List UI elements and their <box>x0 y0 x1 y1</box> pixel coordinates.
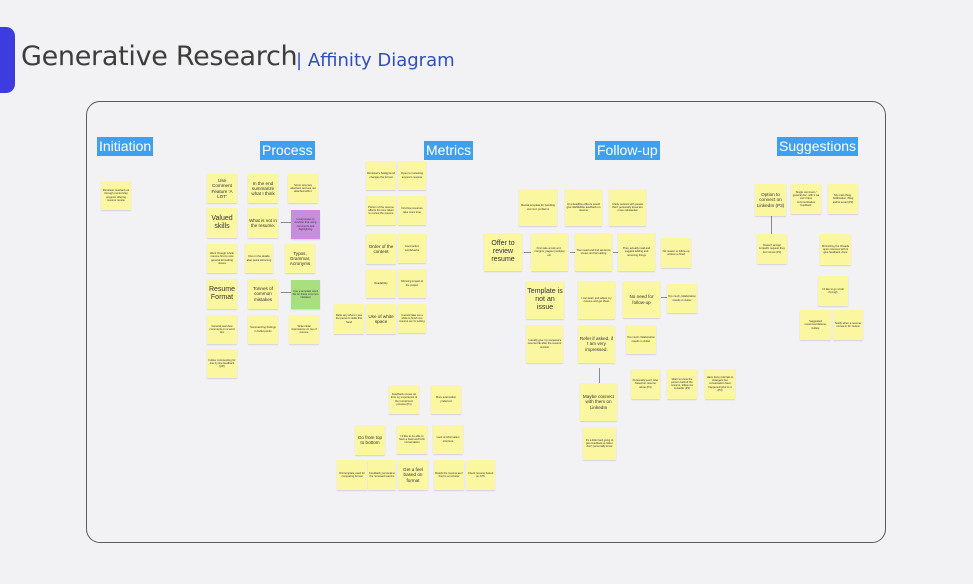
sticky-note: Open to reviewing anyone's resume <box>398 161 426 190</box>
sticky-note: Have done referrals to strangers but con… <box>705 369 735 399</box>
sticky-note: Feedback comes up from my experience of … <box>389 385 419 414</box>
column-header-followup: Follow-up <box>595 141 660 160</box>
sticky-note: Order of the content <box>366 234 396 264</box>
sticky-note: I'd like to go scroll through <box>818 276 848 306</box>
sticky-note: Dive in the details after quick skimming <box>245 244 273 273</box>
sticky-note: Check resume based on ATS <box>466 460 495 490</box>
sticky-note: Offer to review resume <box>484 233 522 271</box>
page-title: Generative Research <box>21 41 298 72</box>
sticky-note: Look at information structure <box>433 425 463 454</box>
sticky-note-purple: Incorporates to function that using comm… <box>291 210 320 239</box>
subtitle-text: Affinity Diagram <box>307 50 455 71</box>
sticky-note: Typos, Grammar, Acronyms <box>285 244 315 273</box>
sticky-note: Readability <box>366 269 396 298</box>
connector <box>524 252 531 253</box>
sticky-note: Then read and find sentence issues and f… <box>575 233 612 271</box>
sticky-note: Write initial impressions on top of resu… <box>289 315 319 344</box>
sticky-note: Want to know the person behind the resum… <box>667 369 697 399</box>
page-subtitle: | Affinity Diagram <box>296 50 455 71</box>
sticky-note-green: Use a template word file for these commo… <box>291 280 320 309</box>
column-header-initiation: Initiation <box>97 137 154 156</box>
sticky-note: Follow commenting for line by line feedb… <box>207 349 237 378</box>
sticky-note: Minimizing the threads open resumes with… <box>820 234 851 265</box>
sticky-note: Mental template for handling common prob… <box>519 189 557 226</box>
sticky-note: Personally won't refer based on resume a… <box>631 369 660 399</box>
column-header-process: Process <box>260 141 315 160</box>
sticky-note: It would take me a while to finish one r… <box>398 304 426 333</box>
sticky-note: Template is not an issue <box>526 281 564 319</box>
sticky-note: More automation preferred <box>431 385 461 414</box>
sticky-note: General overview comments on a word doc <box>207 315 237 344</box>
column-header-metrics: Metrics <box>424 141 474 160</box>
sticky-note: Get a feel based on format <box>398 460 428 490</box>
sticky-note: I can learn and adjust my resume and get… <box>578 281 615 319</box>
sticky-note: Notify when a resume comes in for review <box>833 310 863 340</box>
sticky-note: First take a look at it - margins, pages… <box>531 233 568 271</box>
sticky-note: Old template used for comparing format <box>337 460 367 490</box>
sticky-note: First few resumes take more time <box>398 196 426 225</box>
sticky-note: I usually give my reviewee's resume file… <box>526 325 563 363</box>
sticky-note: Go from top to bottom <box>355 425 385 455</box>
sticky-note: Reviewer reached out through mentorship … <box>101 181 131 210</box>
sticky-note: Too much collaboration results in clutte… <box>626 325 656 354</box>
sticky-note: Reviewer's background changes the format <box>366 161 396 190</box>
sticky-note: No need for follow-up <box>623 281 660 318</box>
title-separator: | <box>296 50 303 71</box>
sticky-note: Feedback personal to the reviewed resume <box>368 460 396 490</box>
sticky-note: Summarizing findings in bullet points <box>248 315 278 344</box>
sticky-note: Refer any where I see the person's skill… <box>334 304 364 334</box>
sticky-note: I'd like to be able to have a back and f… <box>397 425 427 454</box>
sticky-note: I think reviews with people that I perso… <box>609 189 646 226</box>
sticky-note: Doesn't accept LinkedIn request they don… <box>757 234 787 264</box>
sticky-note: Good action words/verbs <box>398 234 426 263</box>
sticky-note: Use of white space <box>366 304 396 334</box>
connector <box>771 216 772 234</box>
sticky-note: My main thing: Notification, iMsg and/or… <box>828 184 858 214</box>
sticky-note: Went through whole resume first to note … <box>207 244 237 273</box>
sticky-note: Reads the resume as if they're a recruit… <box>434 460 464 490</box>
sticky-note: Portion of the resume affects the time t… <box>366 196 396 225</box>
sticky-note: No reason to follow up unless re-hired <box>661 238 691 268</box>
sticky-note: What is not in the resume. <box>248 208 278 238</box>
sticky-note: At a deadline officers would give GENERA… <box>565 189 602 226</box>
connector <box>599 368 600 383</box>
sticky-note: In the end summarize what I think <box>248 174 278 203</box>
column-header-suggestions: Suggestions <box>777 137 859 156</box>
sticky-note: Valued skills <box>207 208 237 238</box>
sticky-note: Resume Format <box>207 279 237 309</box>
sticky-note: Tonnes of common mistakes <box>248 279 278 309</box>
sticky-note: Then actually read and suggest adding an… <box>618 233 655 271</box>
sticky-note: Refer if asked, if I am very impressed. <box>578 325 615 363</box>
sticky-note: Too much collaboration results in clutte… <box>667 284 697 313</box>
sticky-note: Some resumes attached, and are not attac… <box>288 174 318 203</box>
sticky-note: Suggested recommendations, bullets <box>800 310 831 340</box>
sticky-note: It's a little hard going to give feedbac… <box>583 427 616 460</box>
sticky-note: Maybe connect with them on LinkedIn <box>580 383 617 421</box>
sticky-note: Option to connect on LinkedIn (P3) <box>755 184 786 216</box>
accent-tab <box>0 27 15 93</box>
sticky-note: Use Comment Feature 'A LOT' <box>207 174 237 203</box>
sticky-note: Single comment / general doc, with it we… <box>791 184 821 214</box>
sticky-note: Showing impact of the project <box>398 269 426 298</box>
